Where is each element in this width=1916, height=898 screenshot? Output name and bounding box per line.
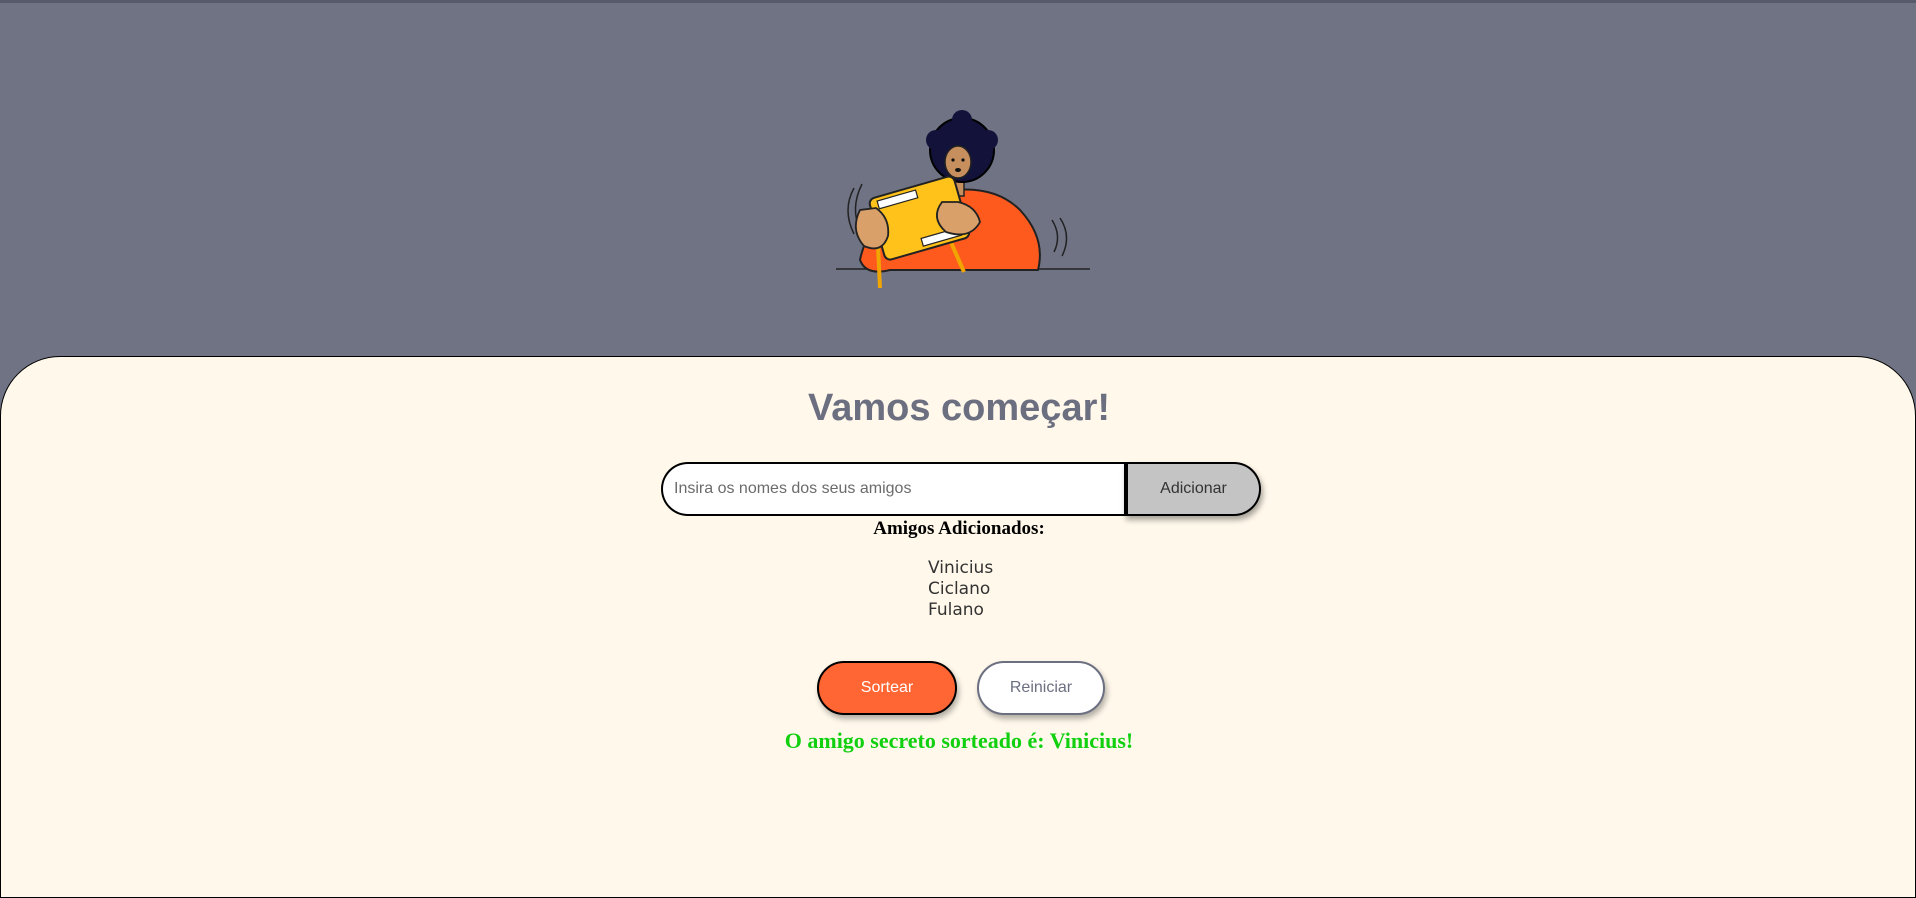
person-playing-game-illustration (836, 110, 1090, 289)
page-title: Vamos começar! (807, 387, 1111, 429)
add-friend-form: Adicionar (661, 462, 1261, 516)
list-item: Ciclano (928, 579, 991, 599)
list-item: Vinicius (928, 558, 994, 578)
reset-button[interactable]: Reiniciar (977, 661, 1105, 715)
add-friend-button[interactable]: Adicionar (1124, 462, 1261, 516)
draw-result: O amigo secreto sorteado é: Vinicius! (784, 728, 1134, 753)
friend-name-input[interactable] (661, 462, 1125, 516)
hero-banner (0, 0, 1916, 356)
friends-list: Vinicius Ciclano Fulano (928, 558, 993, 621)
list-item: Fulano (928, 600, 984, 620)
friends-list-title: Amigos Adicionados: (873, 518, 1045, 539)
draw-button[interactable]: Sortear (817, 661, 957, 715)
action-buttons: Sortear Reiniciar (1, 661, 1916, 715)
main-panel: Vamos começar! Adicionar Amigos Adiciona… (0, 356, 1916, 898)
